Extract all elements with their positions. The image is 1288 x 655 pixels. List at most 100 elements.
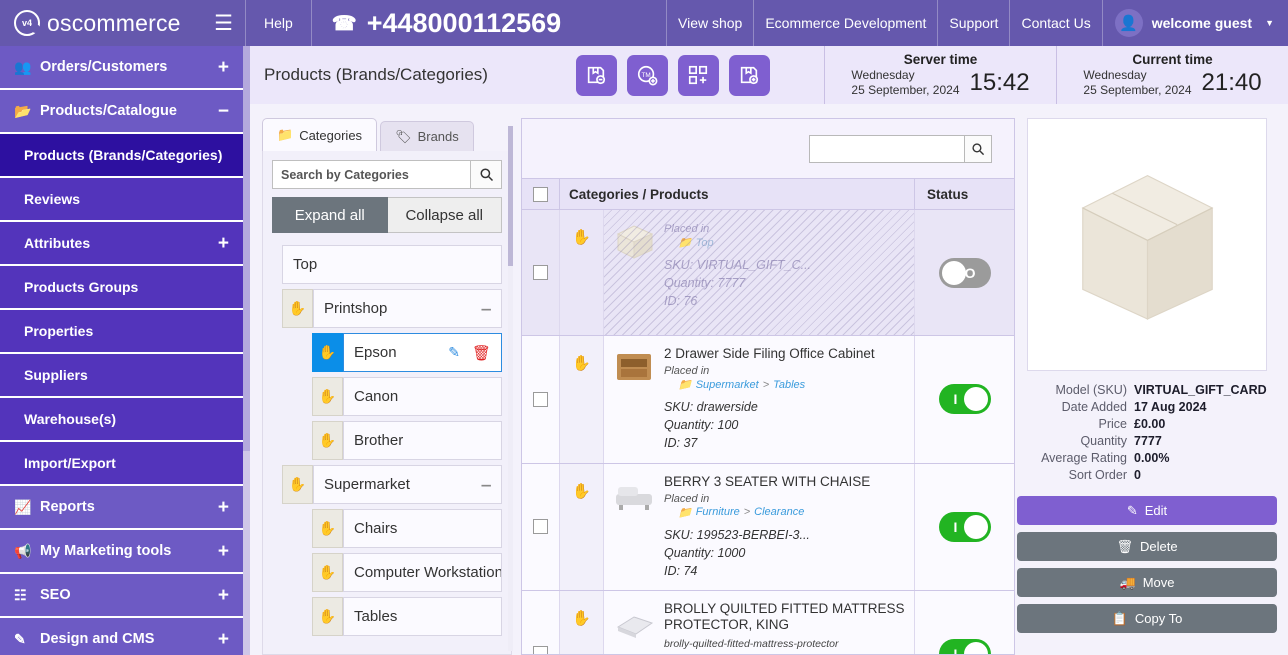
category-tree-item-body[interactable]: Chairs: [343, 509, 502, 548]
box-minus-icon[interactable]: [575, 54, 617, 96]
collapse-all-button[interactable]: Collapse all: [387, 197, 502, 233]
row-checkbox[interactable]: [533, 265, 548, 280]
sidebar-item-products-groups[interactable]: Products Groups: [0, 266, 245, 310]
sidebar-item-toggle[interactable]: +: [218, 542, 229, 561]
breadcrumb-segment[interactable]: Top: [696, 237, 714, 249]
sidebar-item-design-and-cms[interactable]: ✎ Design and CMS +: [0, 618, 245, 655]
table-row[interactable]: ✋ BROLLY QUILTED FITTED MATTRESS PROTECTO…: [522, 591, 1014, 654]
drag-handle-icon[interactable]: ✋: [559, 591, 604, 654]
category-tree-item[interactable]: ✋ Tables: [312, 597, 502, 636]
drag-handle-icon[interactable]: ✋: [282, 289, 313, 328]
sidebar-item-toggle[interactable]: +: [218, 498, 229, 517]
sidebar-item-toggle[interactable]: +: [218, 586, 229, 605]
copy-to-button[interactable]: 📋 Copy To: [1017, 604, 1277, 633]
sidebar-item-toggle[interactable]: +: [218, 58, 229, 77]
status-toggle[interactable]: I: [938, 384, 991, 415]
categories-scrollbar[interactable]: [508, 126, 513, 651]
product-breadcrumb[interactable]: 📁 Furniture > Clearance: [678, 506, 906, 519]
sidebar-item-import-export[interactable]: Import/Export: [0, 442, 245, 486]
collapse-icon[interactable]: ‒: [482, 299, 491, 319]
category-tree-item[interactable]: ✋ Canon: [312, 377, 502, 416]
table-row[interactable]: ✋ Placed in 📁 Top SKU: VIRTUAL_GIFT_C... Quan…: [522, 210, 1014, 336]
edit-icon[interactable]: ✎: [448, 344, 460, 361]
edit-button[interactable]: ✎ Edit: [1017, 496, 1277, 525]
sidebar-item-products-catalogue[interactable]: 📂 Products/Catalogue −: [0, 90, 245, 134]
collapse-icon[interactable]: ‒: [482, 475, 491, 495]
move-button[interactable]: 🚚 Move: [1017, 568, 1277, 597]
select-all-checkbox[interactable]: [533, 186, 548, 202]
trademark-plus-icon[interactable]: TM: [626, 54, 668, 96]
category-tree-item[interactable]: ✋ Epson ✎ 🗑: [312, 333, 502, 372]
table-row[interactable]: ✋ 2 Drawer Side Filing Office Cabinet Plac…: [522, 336, 1014, 464]
category-tree-item[interactable]: ✋ Printshop ‒: [282, 289, 502, 328]
product-title[interactable]: 2 Drawer Side Filing Office Cabinet: [664, 346, 906, 362]
sidebar-item-properties[interactable]: Properties: [0, 310, 245, 354]
sidebar-item-warehouse-s[interactable]: Warehouse(s): [0, 398, 245, 442]
row-checkbox[interactable]: [533, 646, 548, 654]
sidebar-item-reviews[interactable]: Reviews: [0, 178, 245, 222]
category-tree-item[interactable]: ✋ Supermarket ‒: [282, 465, 502, 504]
drag-handle-icon[interactable]: ✋: [312, 333, 343, 372]
breadcrumb-segment[interactable]: Clearance: [754, 506, 804, 518]
sidebar-item-attributes[interactable]: Attributes +: [0, 222, 245, 266]
product-breadcrumb[interactable]: 📁 Top: [678, 236, 906, 250]
drag-handle-icon[interactable]: ✋: [312, 509, 343, 548]
tab-brands[interactable]: 🏷 Brands: [380, 121, 474, 151]
breadcrumb-segment[interactable]: Supermarket: [696, 379, 759, 391]
category-search-button[interactable]: [470, 160, 502, 189]
status-toggle[interactable]: I: [938, 511, 991, 542]
category-tree-item[interactable]: ✋ Chairs: [312, 509, 502, 548]
product-title[interactable]: BERRY 3 SEATER WITH CHAISE: [664, 474, 906, 490]
sidebar-item-toggle[interactable]: −: [218, 102, 229, 121]
sidebar-item-products-brands-categories[interactable]: Products (Brands/Categories): [0, 134, 245, 178]
category-search-input[interactable]: [272, 160, 470, 189]
row-checkbox[interactable]: [533, 391, 548, 407]
sidebar-item-orders-customers[interactable]: 👥 Orders/Customers +: [0, 46, 245, 90]
category-tree-item-body[interactable]: Computer Workstations: [343, 553, 502, 592]
drag-handle-icon[interactable]: ✋: [312, 421, 343, 460]
nav-support[interactable]: Support: [938, 0, 1009, 46]
status-toggle[interactable]: O: [938, 257, 991, 288]
category-tree-item-body[interactable]: Brother: [343, 421, 502, 460]
sidebar-item-my-marketing-tools[interactable]: 📢 My Marketing tools +: [0, 530, 245, 574]
category-tree-item[interactable]: ✋ Computer Workstations: [312, 553, 502, 592]
drag-handle-icon[interactable]: ✋: [559, 336, 604, 463]
row-checkbox[interactable]: [533, 519, 548, 535]
product-title[interactable]: BROLLY QUILTED FITTED MATTRESS PROTECTOR…: [664, 601, 906, 633]
product-breadcrumb[interactable]: 📁 Supermarket > Tables: [678, 378, 906, 392]
nav-ecommerce-development[interactable]: Ecommerce Development: [754, 0, 937, 46]
box-plus-icon[interactable]: [728, 54, 770, 96]
category-tree-item-body[interactable]: Supermarket ‒: [313, 465, 502, 504]
sidebar-scrollbar-thumb[interactable]: [243, 46, 250, 451]
breadcrumb-segment[interactable]: Furniture: [696, 506, 740, 518]
drag-handle-icon[interactable]: ✋: [559, 210, 604, 335]
nav-view-shop[interactable]: View shop: [667, 0, 753, 46]
drag-handle-icon[interactable]: ✋: [312, 377, 343, 416]
drag-handle-icon[interactable]: ✋: [312, 553, 343, 592]
sidebar-item-suppliers[interactable]: Suppliers: [0, 354, 245, 398]
category-tree-item-body[interactable]: Tables: [343, 597, 502, 636]
category-tree-item-body[interactable]: Printshop ‒: [313, 289, 502, 328]
delete-icon[interactable]: 🗑: [472, 344, 491, 362]
products-search-input[interactable]: [809, 134, 964, 163]
oscommerce-logo[interactable]: v4 oscommerce: [14, 10, 181, 37]
drag-handle-icon[interactable]: ✋: [559, 463, 604, 591]
breadcrumb-segment[interactable]: Tables: [773, 379, 805, 391]
category-tree-item-body[interactable]: Canon: [343, 377, 502, 416]
sidebar-item-toggle[interactable]: +: [218, 630, 229, 649]
tab-categories[interactable]: 📁 Categories: [262, 118, 378, 151]
sidebar-scrollbar[interactable]: [243, 46, 250, 655]
help-link[interactable]: Help: [246, 0, 311, 46]
status-toggle[interactable]: I: [938, 638, 991, 654]
categories-scrollbar-thumb[interactable]: [508, 126, 513, 266]
delete-button[interactable]: 🗑 Delete: [1017, 532, 1277, 561]
drag-handle-icon[interactable]: ✋: [282, 465, 313, 504]
nav-contact-us[interactable]: Contact Us: [1010, 0, 1101, 46]
expand-all-button[interactable]: Expand all: [272, 197, 388, 233]
category-tree-item-body[interactable]: Epson ✎ 🗑: [343, 333, 502, 372]
sidebar-item-reports[interactable]: 📈 Reports +: [0, 486, 245, 530]
hamburger-icon[interactable]: ☰: [214, 11, 233, 36]
category-tree-item[interactable]: ✋ Brother: [312, 421, 502, 460]
table-row[interactable]: ✋ BERRY 3 SEATER WITH CHAISE Placed in 📁 Fur…: [522, 463, 1014, 592]
phone-number[interactable]: ☎ +448000112569: [312, 0, 581, 46]
